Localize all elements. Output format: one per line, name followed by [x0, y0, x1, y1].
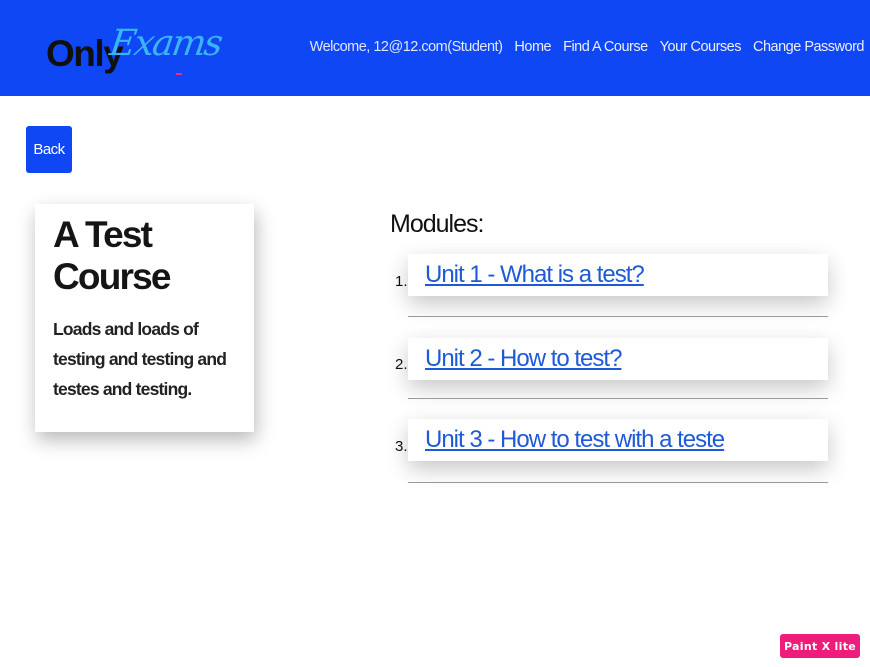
module-link-unit-2[interactable]: Unit 2 - How to test? [425, 345, 622, 372]
nav-link-home[interactable]: Home [514, 36, 551, 58]
course-description: Loads and loads of testing and testing a… [53, 319, 227, 399]
module-divider [408, 316, 828, 317]
module-number: 2. [395, 356, 408, 373]
nav-links: Welcome, 12@12.com(Student) Home Find A … [309, 36, 865, 58]
brand-logo[interactable]: Only Exams [46, 22, 224, 78]
module-divider [408, 482, 828, 483]
nav-link-your-courses[interactable]: Your Courses [660, 36, 742, 58]
brand-logo-exams: Exams [107, 23, 224, 64]
module-card: Unit 2 - How to test? [408, 338, 828, 380]
modules-section: Modules: 1. Unit 1 - What is a test? 2. … [390, 208, 830, 483]
module-divider [408, 398, 828, 399]
module-card: Unit 3 - How to test with a teste [408, 419, 828, 461]
brand-logo-underline [176, 73, 182, 75]
back-button[interactable]: Back [26, 126, 72, 173]
module-number: 3. [395, 438, 408, 455]
nav-link-change-password[interactable]: Change Password [753, 36, 865, 58]
course-title: A Test Course [53, 214, 171, 297]
module-link-unit-3[interactable]: Unit 3 - How to test with a teste [425, 426, 725, 453]
nav-link-find-a-course[interactable]: Find A Course [563, 36, 648, 58]
nav-welcome-text: Welcome, 12@12.com(Student) [309, 39, 503, 55]
course-card: A Test Course Loads and loads of testing… [35, 204, 254, 432]
module-link-unit-1[interactable]: Unit 1 - What is a test? [425, 261, 645, 288]
paint-x-lite-watermark: Paint X lite [780, 634, 860, 658]
navbar: Only Exams Welcome, 12@12.com(Student) H… [0, 0, 870, 96]
brand-logo-dot [54, 50, 63, 62]
module-number: 1. [395, 273, 408, 290]
modules-heading: Modules: [390, 210, 484, 238]
module-card: Unit 1 - What is a test? [408, 254, 828, 296]
brand-logo-o: O [46, 32, 75, 76]
